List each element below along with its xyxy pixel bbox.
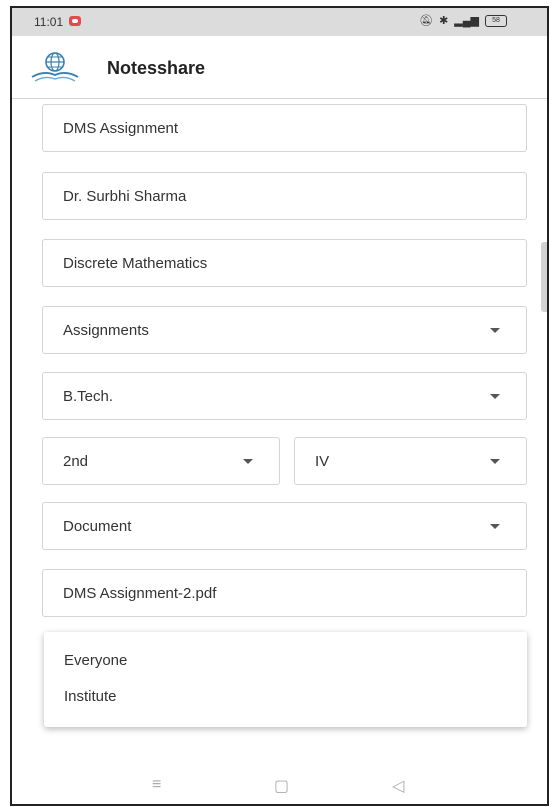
home-icon[interactable]: ▢ — [274, 776, 289, 796]
category-select[interactable]: Assignments — [42, 306, 527, 354]
year-select[interactable]: 2nd — [42, 437, 280, 485]
dropdown-caret-icon — [490, 523, 500, 529]
category-value: Assignments — [63, 321, 149, 339]
course-select[interactable]: B.Tech. — [42, 372, 527, 420]
app-title: Notesshare — [107, 58, 206, 78]
back-icon[interactable]: ◁ — [392, 776, 404, 796]
screen-record-icon — [69, 16, 81, 26]
material-type-select[interactable]: Document — [42, 502, 527, 550]
signal-icon: ▂▄▆ — [454, 15, 479, 27]
title-input[interactable]: DMS Assignment — [42, 104, 527, 152]
system-nav-bar: ≡ ▢ ◁ — [12, 764, 547, 804]
dropdown-caret-icon — [490, 327, 500, 333]
recent-apps-icon[interactable]: ≡ — [152, 776, 161, 794]
dropdown-caret-icon — [243, 458, 253, 464]
status-bar: 11:01 🔕︎ ✱ ▂▄▆ 58 — [12, 8, 547, 36]
phone-frame: 11:01 🔕︎ ✱ ▂▄▆ 58 Notesshare DMS Assignm… — [10, 6, 549, 806]
visibility-dropdown-menu: Everyone Institute — [44, 632, 527, 727]
year-value: 2nd — [63, 452, 89, 470]
battery-icon: 58 — [485, 14, 507, 27]
course-value: B.Tech. — [63, 387, 114, 405]
semester-value: IV — [315, 452, 330, 470]
menu-item-institute[interactable]: Institute — [64, 688, 117, 705]
semester-select[interactable]: IV — [294, 437, 527, 485]
app-bar: Notesshare — [12, 36, 547, 99]
menu-item-everyone[interactable]: Everyone — [64, 652, 127, 669]
material-type-value: Document — [63, 517, 132, 535]
subject-input[interactable]: Discrete Mathematics — [42, 239, 527, 287]
dropdown-caret-icon — [490, 393, 500, 399]
scrollbar-thumb[interactable] — [541, 242, 547, 312]
mute-icon: 🔕︎ — [419, 15, 434, 27]
file-name-input[interactable]: DMS Assignment-2.pdf — [42, 569, 527, 617]
globe-book-logo-icon — [31, 52, 79, 82]
dropdown-caret-icon — [490, 458, 500, 464]
bluetooth-icon: ✱ — [439, 15, 449, 27]
status-icons: 🔕︎ ✱ ▂▄▆ 58 — [419, 14, 507, 27]
status-time: 11:01 — [34, 15, 64, 29]
author-input[interactable]: Dr. Surbhi Sharma — [42, 172, 527, 220]
